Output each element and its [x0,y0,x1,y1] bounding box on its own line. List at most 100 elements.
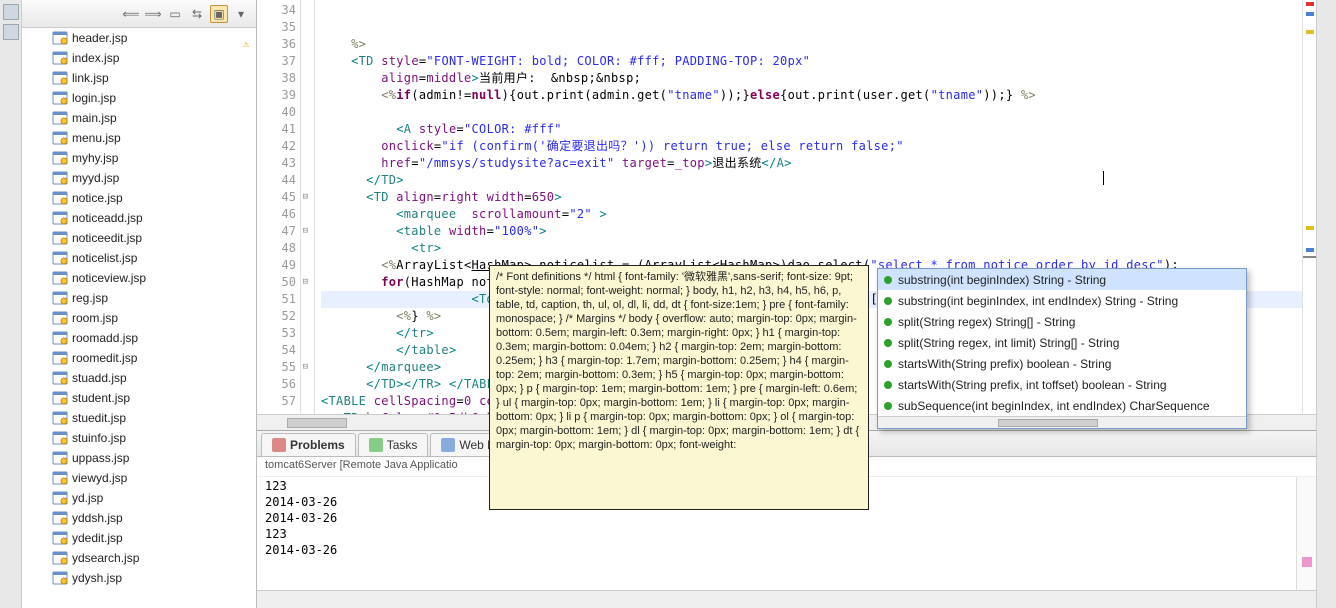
fold-gutter[interactable] [301,0,315,414]
change-mark[interactable] [1306,248,1314,252]
jsp-file-icon [52,390,68,406]
file-name-label: menu.jsp [72,131,121,145]
file-item[interactable]: student.jsp [22,388,256,408]
file-item[interactable]: noticeadd.jsp [22,208,256,228]
nav-fwd-icon[interactable]: ⟹ [144,5,162,23]
problems-icon [272,438,286,452]
explorer-file-list[interactable]: header.jspindex.jsplink.jsplogin.jsp main… [22,28,256,608]
jsp-file-icon [52,470,68,486]
left-mini-gutter [0,0,22,608]
file-item[interactable]: stuedit.jsp [22,408,256,428]
completion-item[interactable]: split(String regex, int limit) String[] … [878,332,1246,353]
code-line[interactable]: <%if(admin!=null){out.print(admin.get("t… [321,87,1302,104]
browser-icon [441,438,455,452]
code-line[interactable]: <TD style="FONT-WEIGHT: bold; COLOR: #ff… [321,53,1302,70]
line-number: 55 [257,359,296,376]
warning-mark[interactable] [1306,30,1314,34]
completion-item[interactable]: split(String regex) String[] - String [878,311,1246,332]
file-item[interactable]: noticelist.jsp [22,248,256,268]
completion-item[interactable]: substring(int beginIndex, int endIndex) … [878,290,1246,311]
info-mark[interactable] [1306,12,1314,16]
file-item[interactable]: room.jsp [22,308,256,328]
method-public-icon [884,339,892,347]
completion-label: substring(int beginIndex) String - Strin… [898,273,1106,287]
file-item[interactable]: main.jsp [22,108,256,128]
code-line[interactable]: <A style="COLOR: #fff" [321,121,1302,138]
file-item[interactable]: header.jsp [22,28,256,48]
filter-icon[interactable]: ▣ [210,5,228,23]
file-name-label: ydedit.jsp [72,531,123,545]
jsp-file-icon [52,510,68,526]
completion-item[interactable]: startsWith(String prefix, int toffset) b… [878,374,1246,395]
code-line[interactable]: <table width="100%"> [321,223,1302,240]
file-item[interactable]: myhy.jsp [22,148,256,168]
file-item[interactable]: uppass.jsp [22,448,256,468]
file-item[interactable]: roomadd.jsp [22,328,256,348]
overview-ruler[interactable] [1302,0,1316,414]
file-item[interactable]: notice.jsp [22,188,256,208]
error-mark[interactable] [1306,2,1314,6]
tab-problems[interactable]: Problems [261,433,356,456]
file-item[interactable]: viewyd.jsp [22,468,256,488]
completion-item[interactable]: substring(int beginIndex) String - Strin… [878,269,1246,290]
file-item[interactable]: stuinfo.jsp [22,428,256,448]
jsp-file-icon [52,550,68,566]
view-icon[interactable] [3,4,19,20]
file-item[interactable]: login.jsp [22,88,256,108]
jsp-file-icon [52,250,68,266]
line-number: 36 [257,36,296,53]
tab-tasks[interactable]: Tasks [358,433,429,456]
file-name-label: noticeedit.jsp [72,231,142,245]
file-item[interactable]: yddsh.jsp [22,508,256,528]
warning-mark[interactable] [1306,226,1314,230]
file-item[interactable]: ydysh.jsp [22,568,256,588]
file-name-label: myyd.jsp [72,171,119,185]
file-item[interactable]: noticeview.jsp [22,268,256,288]
file-item[interactable]: myyd.jsp [22,168,256,188]
completion-item[interactable]: startsWith(String prefix) boolean - Stri… [878,353,1246,374]
code-line[interactable]: </TD> [321,172,1302,189]
code-completion-popup[interactable]: substring(int beginIndex) String - Strin… [877,268,1247,429]
code-line[interactable]: <TD align=right width=650> [321,189,1302,206]
jsp-file-icon [52,50,68,66]
code-editor[interactable]: 3435363738394041424344454647484950515253… [257,0,1316,414]
completion-item[interactable]: subSequence(int beginIndex, int endIndex… [878,395,1246,416]
link-editor-icon[interactable]: ⇆ [188,5,206,23]
code-line[interactable]: align=middle>当前用户: &nbsp;&nbsp; [321,70,1302,87]
file-item[interactable]: index.jsp [22,48,256,68]
file-item[interactable]: link.jsp [22,68,256,88]
code-line[interactable]: %> [321,36,1302,53]
file-item[interactable]: menu.jsp [22,128,256,148]
file-item[interactable]: yd.jsp [22,488,256,508]
line-number: 43 [257,155,296,172]
code-line[interactable]: onclick="if (confirm('确定要退出吗？')) return … [321,138,1302,155]
code-line[interactable]: <marquee scrollamount="2" > [321,206,1302,223]
code-line[interactable]: href="/mmsys/studysite?ac=exit" target=_… [321,155,1302,172]
view-icon[interactable] [3,24,19,40]
file-item[interactable]: reg.jsp [22,288,256,308]
method-public-icon [884,318,892,326]
collapse-icon[interactable]: ▭ [166,5,184,23]
file-item[interactable]: ydsearch.jsp [22,548,256,568]
completion-label: split(String regex) String[] - String [898,315,1075,329]
code-line[interactable] [321,104,1302,121]
line-number: 50 [257,274,296,291]
file-name-label: noticeadd.jsp [72,211,143,225]
file-name-label: main.jsp [72,111,117,125]
javadoc-tooltip: /* Font definitions */ html { font-famil… [489,265,869,510]
menu-chevron-icon[interactable]: ▾ [232,5,250,23]
file-name-label: yd.jsp [72,491,103,505]
file-item[interactable]: ydedit.jsp [22,528,256,548]
file-name-label: ydysh.jsp [72,571,122,585]
line-number: 38 [257,70,296,87]
line-number: 54 [257,342,296,359]
completion-scrollbar[interactable] [878,416,1246,428]
line-number: 42 [257,138,296,155]
file-item[interactable]: roomedit.jsp [22,348,256,368]
nav-back-icon[interactable]: ⟸ [122,5,140,23]
line-number: 52 [257,308,296,325]
jsp-file-icon [52,270,68,286]
file-item[interactable]: stuadd.jsp [22,368,256,388]
code-line[interactable]: <tr> [321,240,1302,257]
file-item[interactable]: noticeedit.jsp [22,228,256,248]
